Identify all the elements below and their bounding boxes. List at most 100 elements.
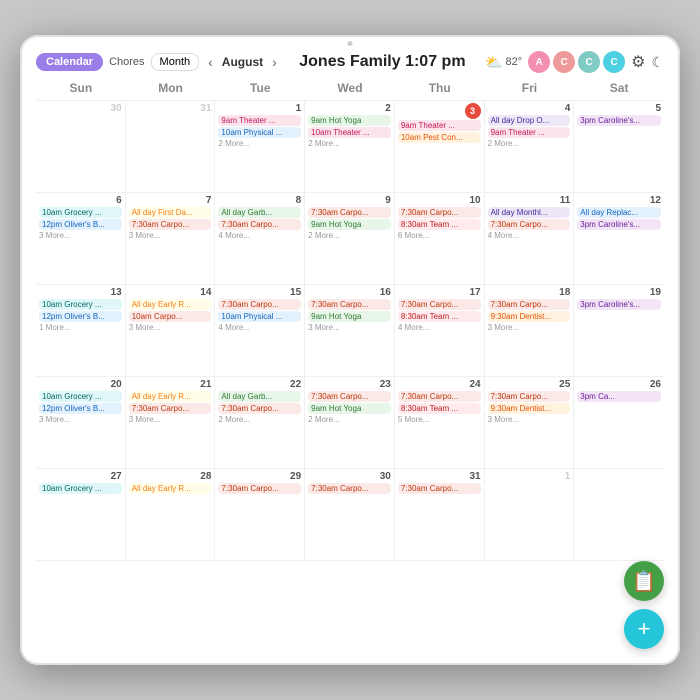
calendar-cell[interactable]: 21All day Early R...7:30am Carpo...3 Mor… [126, 377, 216, 468]
calendar-event[interactable]: 7:30am Carpo... [398, 483, 481, 494]
month-view-btn[interactable]: Month [151, 53, 200, 71]
calendar-event[interactable]: 12pm Oliver's B... [39, 403, 122, 414]
calendar-event[interactable]: 10am Physical ... [218, 311, 301, 322]
more-events-link[interactable]: 2 More... [218, 139, 301, 148]
calendar-event[interactable]: 3pm Caroline's... [577, 299, 661, 310]
avatar[interactable]: C [578, 51, 600, 73]
calendar-cell[interactable]: 2710am Grocery ... [36, 469, 126, 560]
doc-fab-btn[interactable]: 📋 [624, 561, 664, 601]
calendar-event[interactable]: 8:30am Team ... [398, 311, 481, 322]
calendar-event[interactable]: 9am Theater ... [398, 120, 481, 131]
calendar-event[interactable]: 12pm Oliver's B... [39, 219, 122, 230]
calendar-event[interactable]: 7:30am Carpo... [308, 483, 391, 494]
more-events-link[interactable]: 3 More... [488, 323, 571, 332]
more-events-link[interactable]: 2 More... [308, 415, 391, 424]
calendar-event[interactable]: 8:30am Team ... [398, 403, 481, 414]
calendar-event[interactable]: 10am Theater ... [308, 127, 391, 138]
calendar-cell[interactable]: 22All day Garb...7:30am Carpo...2 More..… [215, 377, 305, 468]
calendar-cell[interactable]: 237:30am Carpo...9am Hot Yoga2 More... [305, 377, 395, 468]
more-events-link[interactable]: 2 More... [308, 139, 391, 148]
avatar[interactable]: C [553, 51, 575, 73]
avatar[interactable]: C [603, 51, 625, 73]
settings-btn[interactable]: ⚙ [631, 52, 645, 72]
calendar-cell[interactable]: 193pm Caroline's... [574, 285, 664, 376]
calendar-event[interactable]: 7:30am Carpo... [218, 483, 301, 494]
calendar-event[interactable]: 10am Physical ... [218, 127, 301, 138]
calendar-cell[interactable]: 19am Theater ...10am Physical ...2 More.… [215, 101, 305, 192]
calendar-event[interactable]: 3pm Caroline's... [577, 115, 661, 126]
calendar-event[interactable]: All day Early R... [129, 391, 212, 402]
calendar-cell[interactable]: 14All day Early R...10am Carpo...3 More.… [126, 285, 216, 376]
calendar-cell[interactable]: 31 [126, 101, 216, 192]
calendar-event[interactable]: 7:30am Carpo... [218, 219, 301, 230]
more-events-link[interactable]: 3 More... [39, 415, 122, 424]
calendar-cell[interactable]: 307:30am Carpo... [305, 469, 395, 560]
calendar-cell[interactable]: 29am Hot Yoga10am Theater ...2 More... [305, 101, 395, 192]
calendar-event[interactable]: 7:30am Carpo... [218, 299, 301, 310]
calendar-event[interactable]: 7:30am Carpo... [398, 299, 481, 310]
prev-month-btn[interactable]: ‹ [205, 54, 216, 70]
sleep-mode-btn[interactable]: ☾ [651, 54, 664, 71]
calendar-event[interactable]: 7:30am Carpo... [488, 391, 571, 402]
calendar-event[interactable]: All day First Da... [129, 207, 212, 218]
calendar-cell[interactable] [574, 469, 664, 560]
calendar-event[interactable]: All day Garb... [218, 207, 301, 218]
calendar-event[interactable]: 10am Carpo... [129, 311, 212, 322]
calendar-event[interactable]: 10am Grocery ... [39, 391, 122, 402]
calendar-cell[interactable]: 7All day First Da...7:30am Carpo...3 Mor… [126, 193, 216, 284]
calendar-event[interactable]: 7:30am Carpo... [218, 403, 301, 414]
more-events-link[interactable]: 5 More... [398, 415, 481, 424]
more-events-link[interactable]: 4 More... [398, 323, 481, 332]
calendar-cell[interactable]: 257:30am Carpo...9:30am Dentist...3 More… [485, 377, 575, 468]
calendar-cell[interactable]: 610am Grocery ...12pm Oliver's B...3 Mor… [36, 193, 126, 284]
calendar-event[interactable]: 7:30am Carpo... [308, 207, 391, 218]
more-events-link[interactable]: 6 More... [398, 231, 481, 240]
calendar-event[interactable]: All day Early R... [129, 299, 212, 310]
more-events-link[interactable]: 3 More... [129, 323, 212, 332]
calendar-event[interactable]: All day Garb... [218, 391, 301, 402]
more-events-link[interactable]: 4 More... [218, 231, 301, 240]
calendar-event[interactable]: 10am Grocery ... [39, 483, 122, 494]
calendar-event[interactable]: 12pm Oliver's B... [39, 311, 122, 322]
calendar-event[interactable]: 8:30am Team ... [398, 219, 481, 230]
chores-tab-btn[interactable]: Chores [109, 56, 144, 68]
calendar-event[interactable]: All day Monthl... [488, 207, 571, 218]
calendar-event[interactable]: 3pm Ca... [577, 391, 661, 402]
calendar-event[interactable]: 9:30am Dentist... [488, 403, 571, 414]
calendar-event[interactable]: 9am Hot Yoga [308, 219, 391, 230]
calendar-cell[interactable]: 177:30am Carpo...8:30am Team ...4 More..… [395, 285, 485, 376]
calendar-cell[interactable]: 4All day Drop O...9am Theater ...2 More.… [485, 101, 575, 192]
calendar-event[interactable]: 9am Hot Yoga [308, 403, 391, 414]
calendar-cell[interactable]: 1 [485, 469, 575, 560]
calendar-event[interactable]: 7:30am Carpo... [488, 299, 571, 310]
more-events-link[interactable]: 4 More... [218, 323, 301, 332]
calendar-event[interactable]: 9am Theater ... [488, 127, 571, 138]
calendar-event[interactable]: 7:30am Carpo... [488, 219, 571, 230]
calendar-event[interactable]: 10am Grocery ... [39, 299, 122, 310]
more-events-link[interactable]: 3 More... [488, 415, 571, 424]
more-events-link[interactable]: 3 More... [39, 231, 122, 240]
calendar-event[interactable]: 10am Grocery ... [39, 207, 122, 218]
calendar-event[interactable]: 9:30am Dentist... [488, 311, 571, 322]
calendar-event[interactable]: 7:30am Carpo... [398, 207, 481, 218]
more-events-link[interactable]: 2 More... [218, 415, 301, 424]
calendar-event[interactable]: 7:30am Carpo... [129, 403, 212, 414]
calendar-cell[interactable]: 53pm Caroline's... [574, 101, 664, 192]
calendar-event[interactable]: All day Early R... [129, 483, 212, 494]
calendar-event[interactable]: 10am Pest Con... [398, 132, 481, 143]
calendar-cell[interactable]: 11All day Monthl...7:30am Carpo...4 More… [485, 193, 575, 284]
calendar-event[interactable]: 7:30am Carpo... [129, 219, 212, 230]
more-events-link[interactable]: 4 More... [488, 231, 571, 240]
calendar-event[interactable]: All day Drop O... [488, 115, 571, 126]
calendar-cell[interactable]: 157:30am Carpo...10am Physical ...4 More… [215, 285, 305, 376]
calendar-event[interactable]: 9am Hot Yoga [308, 311, 391, 322]
calendar-event[interactable]: 7:30am Carpo... [308, 391, 391, 402]
calendar-cell[interactable]: 107:30am Carpo...8:30am Team ...6 More..… [395, 193, 485, 284]
calendar-cell[interactable]: 187:30am Carpo...9:30am Dentist...3 More… [485, 285, 575, 376]
calendar-cell[interactable]: 97:30am Carpo...9am Hot Yoga2 More... [305, 193, 395, 284]
calendar-cell[interactable]: 8All day Garb...7:30am Carpo...4 More... [215, 193, 305, 284]
calendar-cell[interactable]: 1310am Grocery ...12pm Oliver's B...1 Mo… [36, 285, 126, 376]
avatar[interactable]: A [528, 51, 550, 73]
calendar-cell[interactable]: 167:30am Carpo...9am Hot Yoga3 More... [305, 285, 395, 376]
calendar-event[interactable]: All day Replac... [577, 207, 661, 218]
